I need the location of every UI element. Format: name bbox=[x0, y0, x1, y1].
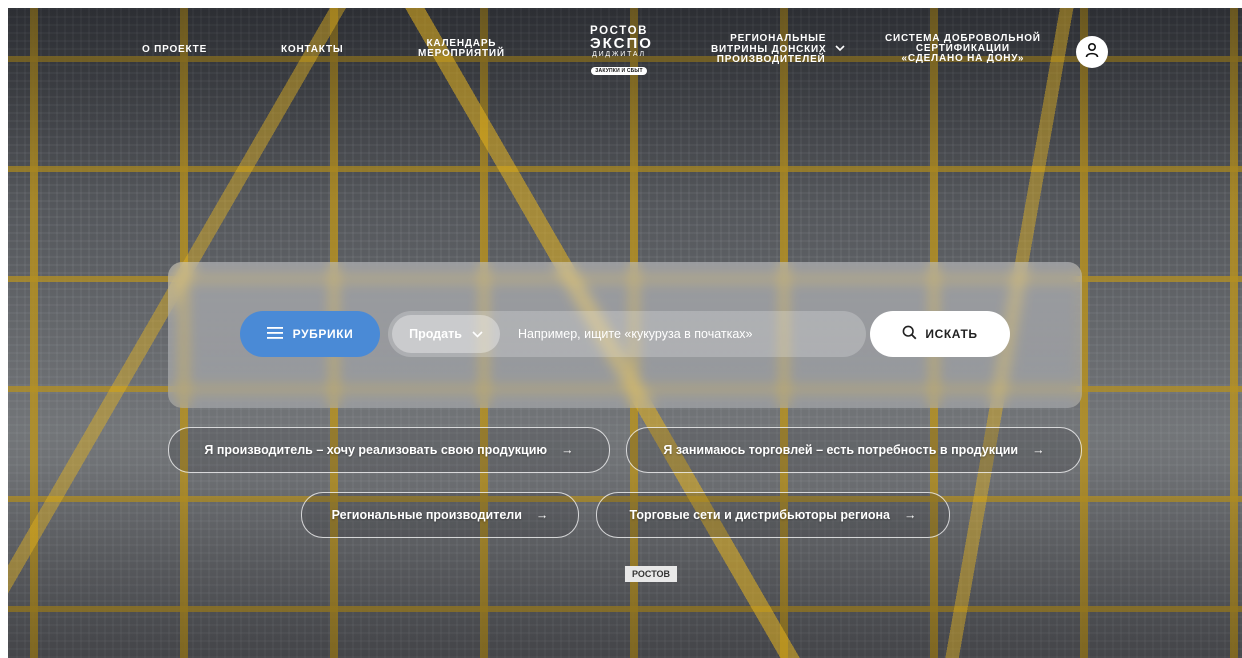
nav-showcases-line1: РЕГИОНАЛЬНЫЕ bbox=[730, 33, 827, 44]
arrow-right-icon: → bbox=[904, 508, 917, 522]
arrow-right-icon: → bbox=[535, 508, 549, 522]
search-input[interactable] bbox=[516, 326, 850, 342]
nav-showcases[interactable]: РЕГИОНАЛЬНЫЕ ВИТРИНЫ ДОНСКИХ ПРОИЗВОДИТЕ… bbox=[711, 34, 845, 65]
regional-producers-label: Региональные производители bbox=[331, 508, 522, 522]
chevron-down-icon bbox=[831, 43, 845, 55]
search-bar: Продать bbox=[388, 311, 866, 357]
site-logo[interactable]: РОСТОВ ЭКСПО ДИДЖИТАЛ ЗАКУПКИ И СБЫТ bbox=[590, 25, 653, 77]
arrow-right-icon: → bbox=[1032, 443, 1045, 457]
retail-distributors-label: Торговые сети и дистрибьюторы региона bbox=[629, 508, 891, 522]
menu-icon bbox=[266, 326, 283, 342]
rubrics-label: РУБРИКИ bbox=[292, 327, 354, 341]
logo-line2: ЭКСПО bbox=[590, 35, 653, 52]
producer-action-button[interactable]: Я производитель – хочу реализовать свою … bbox=[168, 427, 610, 473]
background-sign: РОСТОВ bbox=[625, 566, 677, 582]
nav-about[interactable]: О ПРОЕКТЕ bbox=[142, 45, 207, 55]
nav-contacts[interactable]: КОНТАКТЫ bbox=[281, 45, 343, 55]
nav-certification[interactable]: СИСТЕМА ДОБРОВОЛЬНОЙ СЕРТИФИКАЦИИ «СДЕЛА… bbox=[885, 34, 1041, 64]
nav-contacts-label: КОНТАКТЫ bbox=[281, 44, 344, 55]
logo-tag: ЗАКУПКИ И СБЫТ bbox=[591, 67, 647, 75]
arrow-right-icon: → bbox=[561, 443, 574, 457]
nav-cert-line3: «СДЕЛАНО НА ДОНУ» bbox=[901, 53, 1025, 64]
chevron-down-icon bbox=[472, 327, 483, 341]
user-account-button[interactable] bbox=[1076, 36, 1108, 68]
mode-select-value: Продать bbox=[409, 327, 462, 341]
search-submit-label: ИСКАТЬ bbox=[925, 327, 978, 341]
nav-calendar-line2: МЕРОПРИЯТИЙ bbox=[418, 48, 505, 59]
logo-line3: ДИДЖИТАЛ bbox=[592, 51, 646, 58]
top-navigation: О ПРОЕКТЕ КОНТАКТЫ КАЛЕНДАРЬ МЕРОПРИЯТИЙ… bbox=[8, 8, 1242, 88]
trader-action-button[interactable]: Я занимаюсь торговлей – есть потребность… bbox=[626, 427, 1082, 473]
producer-action-label: Я производитель – хочу реализовать свою … bbox=[204, 443, 548, 457]
nav-calendar[interactable]: КАЛЕНДАРЬ МЕРОПРИЯТИЙ bbox=[418, 39, 505, 59]
regional-producers-button[interactable]: Региональные производители → bbox=[301, 492, 579, 538]
trader-action-label: Я занимаюсь торговлей – есть потребность… bbox=[663, 443, 1019, 457]
mode-select[interactable]: Продать bbox=[392, 315, 500, 353]
nav-showcases-line3: ПРОИЗВОДИТЕЛЕЙ bbox=[716, 54, 826, 65]
nav-about-label: О ПРОЕКТЕ bbox=[142, 44, 208, 55]
user-icon bbox=[1084, 42, 1100, 63]
retail-distributors-button[interactable]: Торговые сети и дистрибьюторы региона → bbox=[596, 492, 950, 538]
rubrics-button[interactable]: РУБРИКИ bbox=[240, 311, 380, 357]
search-submit-button[interactable]: ИСКАТЬ bbox=[870, 311, 1010, 357]
search-icon bbox=[902, 325, 917, 343]
